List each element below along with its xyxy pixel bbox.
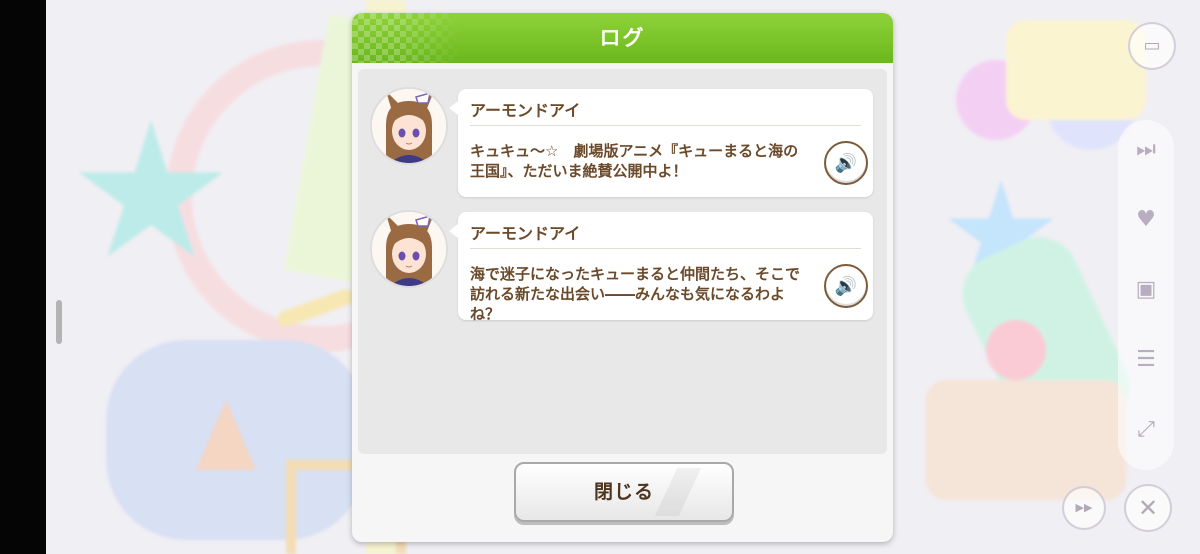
close-scene-button[interactable]: ✕ bbox=[1124, 484, 1172, 532]
log-button[interactable]: ☰ bbox=[1118, 330, 1174, 390]
fullscreen-icon: ⤢ bbox=[1137, 417, 1155, 442]
background-toggle-button[interactable]: ▭ bbox=[1128, 22, 1176, 70]
log-icon: ☰ bbox=[1136, 347, 1156, 372]
log-dialog: ログ アーモンドアイ キュキュ〜☆ 劇場版アニメ『キューまると海の王国』、ただい… bbox=[352, 13, 893, 542]
avatar bbox=[370, 210, 448, 288]
divider bbox=[470, 125, 861, 126]
close-icon: ✕ bbox=[1137, 494, 1159, 522]
message-text: 海で迷子になったキューまると仲間たち、そこで訪れる新たな出会い――みんなも気にな… bbox=[470, 265, 801, 323]
voice-play-button[interactable]: 🔊 bbox=[824, 141, 868, 185]
speaker-icon: 🔊 bbox=[834, 275, 858, 297]
left-black-bar bbox=[0, 0, 46, 554]
speaker-icon: 🔊 bbox=[834, 152, 858, 174]
favorite-button[interactable]: ♥ bbox=[1118, 190, 1174, 250]
message-bubble: アーモンドアイ キュキュ〜☆ 劇場版アニメ『キューまると海の王国』、ただいま絶賛… bbox=[449, 89, 873, 197]
side-menu: ⏭ ♥ ▣ ☰ ⤢ bbox=[1118, 120, 1174, 470]
log-entry: アーモンドアイ 海で迷子になったキューまると仲間たち、そこで訪れる新たな出会い―… bbox=[358, 210, 887, 323]
message-text: キュキュ〜☆ 劇場版アニメ『キューまると海の王国』、ただいま絶賛公開中よ！ bbox=[470, 142, 799, 180]
divider bbox=[470, 248, 861, 249]
avatar bbox=[370, 87, 448, 165]
close-button[interactable]: 閉じる bbox=[514, 462, 734, 522]
voice-play-button[interactable]: 🔊 bbox=[824, 264, 868, 308]
skip-icon: ⏭ bbox=[1136, 137, 1156, 162]
photo-icon: ▣ bbox=[1135, 277, 1157, 302]
speaker-name: アーモンドアイ bbox=[470, 224, 581, 243]
photo-button[interactable]: ▣ bbox=[1118, 260, 1174, 320]
auto-button[interactable]: ▶▶ bbox=[1062, 486, 1106, 530]
fullscreen-button[interactable]: ⤢ bbox=[1118, 400, 1174, 460]
background-toggle-icon: ▭ bbox=[1143, 35, 1161, 56]
log-list[interactable]: アーモンドアイ キュキュ〜☆ 劇場版アニメ『キューまると海の王国』、ただいま絶賛… bbox=[358, 69, 887, 454]
dialog-header: ログ bbox=[352, 13, 893, 63]
close-button-label: 閉じる bbox=[593, 481, 654, 503]
message-bubble: アーモンドアイ 海で迷子になったキューまると仲間たち、そこで訪れる新たな出会い―… bbox=[449, 212, 873, 323]
skip-button[interactable]: ⏭ bbox=[1118, 120, 1174, 180]
log-entry: アーモンドアイ キュキュ〜☆ 劇場版アニメ『キューまると海の王国』、ただいま絶賛… bbox=[358, 87, 887, 199]
dialog-title: ログ bbox=[599, 26, 646, 50]
speaker-name: アーモンドアイ bbox=[470, 101, 581, 120]
auto-icon: ▶▶ bbox=[1075, 501, 1093, 514]
heart-icon: ♥ bbox=[1136, 207, 1156, 232]
